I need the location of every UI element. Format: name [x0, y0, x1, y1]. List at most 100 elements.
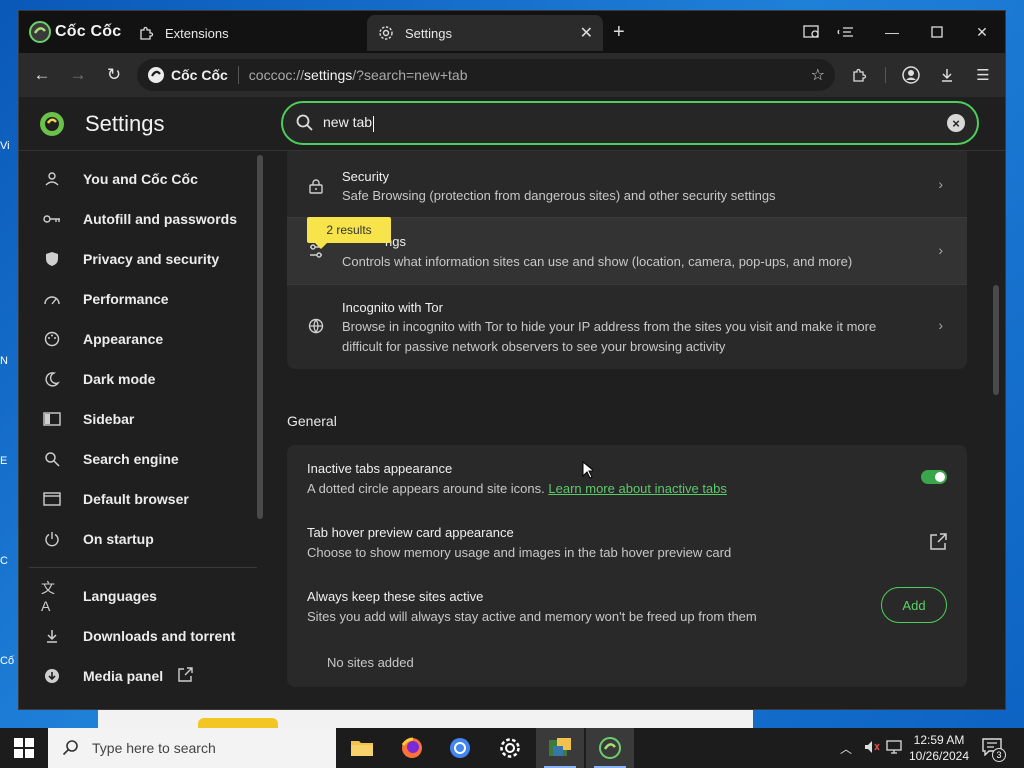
sidebar-item-privacy[interactable]: Privacy and security [19, 239, 259, 279]
sidebar-item-label: Dark mode [83, 371, 156, 387]
speedometer-icon [41, 288, 63, 310]
tab-list-icon[interactable] [833, 21, 859, 43]
row-title: Inactive tabs appearance [307, 461, 453, 476]
row-description: Controls what information sites can use … [342, 254, 853, 269]
system-clock[interactable]: 12:59 AM 10/26/2024 [904, 732, 974, 764]
sidebar-item-label: Performance [83, 291, 169, 307]
tab-extensions[interactable]: Extensions [131, 17, 371, 49]
sidebar-icon [41, 408, 63, 430]
taskbar-search-input[interactable]: Type here to search [48, 728, 336, 768]
external-link-icon[interactable] [929, 533, 947, 551]
row-description: Choose to show memory usage and images i… [307, 545, 732, 560]
desktop-icon-label[interactable]: N [0, 355, 18, 367]
file-explorer-icon[interactable] [338, 728, 386, 768]
inactive-tabs-toggle[interactable] [921, 470, 947, 484]
toolbar-divider [885, 67, 886, 83]
row-description: Sites you add will always stay active an… [307, 609, 757, 624]
minimize-icon[interactable]: — [879, 21, 905, 43]
settings-gear-icon[interactable] [486, 728, 534, 768]
network-icon[interactable] [886, 740, 902, 757]
puzzle-icon [137, 24, 155, 42]
sidebar-item-you-and-coccoc[interactable]: You and Cốc Cốc [19, 159, 259, 199]
sidebar-item-label: Sidebar [83, 411, 135, 427]
volume-muted-icon[interactable] [864, 740, 880, 757]
sidebar-item-sidebar[interactable]: Sidebar [19, 399, 259, 439]
profile-icon[interactable] [899, 63, 923, 87]
address-bar[interactable]: Cốc Cốc coccoc://settings/?search=new+ta… [137, 59, 835, 91]
coccoc-logo-icon [40, 112, 64, 136]
power-icon [41, 528, 63, 550]
back-icon[interactable]: ← [29, 63, 55, 87]
taskbar: Type here to search ︿ 12:59 AM 10/26/202… [0, 728, 1024, 768]
sidebar-item-label: Privacy and security [83, 251, 220, 267]
chevron-up-icon[interactable]: ︿ [840, 740, 852, 757]
row-title: Security [342, 169, 389, 184]
moon-icon [41, 368, 63, 390]
coccoc-logo-icon[interactable] [29, 21, 51, 43]
sidebar-item-search-engine[interactable]: Search engine [19, 439, 259, 479]
notification-count: 3 [992, 748, 1006, 762]
settings-sidebar: You and Cốc Cốc Autofill and passwords P… [19, 151, 269, 709]
security-row[interactable]: Security Safe Browsing (protection from … [287, 151, 967, 217]
close-window-icon[interactable]: ✕ [969, 21, 995, 43]
maximize-icon[interactable] [924, 21, 950, 43]
section-title-general: General [287, 413, 337, 429]
python-app-icon[interactable] [536, 728, 584, 768]
hover-preview-row[interactable]: Tab hover preview card appearance Choose… [287, 509, 967, 573]
notification-center-icon[interactable]: 3 [982, 738, 1006, 762]
external-link-icon [177, 667, 193, 688]
sidebar-item-performance[interactable]: Performance [19, 279, 259, 319]
tab-label: Settings [405, 25, 452, 41]
add-site-button[interactable]: Add [881, 587, 947, 623]
desktop-icon-label[interactable]: Vi [0, 140, 18, 152]
coccoc-taskbar-icon[interactable] [586, 728, 634, 768]
sidebar-item-dark-mode[interactable]: Dark mode [19, 359, 259, 399]
desktop-icon-label[interactable]: E [0, 455, 18, 467]
sidebar-item-autofill[interactable]: Autofill and passwords [19, 199, 259, 239]
tab-settings[interactable]: Settings ✕ [367, 15, 603, 51]
keep-active-row: Always keep these sites active Sites you… [287, 573, 967, 687]
person-icon [41, 168, 63, 190]
sidebar-item-on-startup[interactable]: On startup [19, 519, 259, 559]
firefox-icon[interactable] [388, 728, 436, 768]
sidebar-item-media-panel[interactable]: Media panel [19, 656, 259, 696]
settings-search-input[interactable]: new tab × [281, 101, 979, 145]
sidebar-item-default-browser[interactable]: Default browser [19, 479, 259, 519]
new-tab-button[interactable]: + [613, 21, 625, 44]
desktop-icon-label[interactable]: C [0, 555, 18, 567]
menu-icon[interactable]: ☰ [971, 63, 995, 87]
settings-header: Settings new tab × [19, 97, 1005, 151]
sidebar-item-appearance[interactable]: Appearance [19, 319, 259, 359]
learn-more-link[interactable]: Learn more about inactive tabs [548, 481, 727, 496]
main-scrollbar[interactable] [993, 285, 999, 395]
windows-start-icon[interactable] [14, 738, 34, 758]
tor-row[interactable]: Incognito with Tor Browse in incognito w… [287, 285, 967, 369]
sidebar-item-languages[interactable]: 文A Languages [19, 576, 259, 616]
tab-search-icon[interactable] [799, 21, 825, 43]
close-tab-icon[interactable]: ✕ [580, 23, 593, 43]
sidebar-item-label: You and Cốc Cốc [83, 171, 198, 187]
sidebar-item-downloads[interactable]: Downloads and torrent [19, 616, 259, 656]
row-title: Tab hover preview card appearance [307, 525, 514, 540]
address-url: coccoc://settings/?search=new+tab [248, 67, 468, 83]
forward-icon[interactable]: → [65, 63, 91, 87]
sidebar-scrollbar[interactable] [257, 155, 263, 519]
lock-icon [305, 175, 327, 197]
browser-window: Cốc Cốc Extensions Settings ✕ + — ✕ ← → … [18, 10, 1006, 710]
desktop-icon-label[interactable]: Cố [0, 655, 18, 667]
key-icon [41, 208, 63, 230]
download-icon[interactable] [935, 63, 959, 87]
privacy-results-card: Security Safe Browsing (protection from … [287, 151, 967, 369]
extensions-icon[interactable] [847, 63, 871, 87]
clear-search-icon[interactable]: × [947, 114, 965, 132]
browser-brand: Cốc Cốc [55, 23, 122, 40]
chrome-icon[interactable] [436, 728, 484, 768]
bookmark-star-icon[interactable]: ☆ [811, 65, 825, 85]
sidebar-item-label: Autofill and passwords [83, 211, 238, 227]
reload-icon[interactable]: ↻ [101, 63, 127, 87]
sidebar-item-label: On startup [83, 531, 154, 547]
search-results-badge: 2 results [307, 217, 391, 249]
row-description: Safe Browsing (protection from dangerous… [342, 188, 776, 203]
background-window [98, 710, 753, 728]
search-icon [41, 448, 63, 470]
